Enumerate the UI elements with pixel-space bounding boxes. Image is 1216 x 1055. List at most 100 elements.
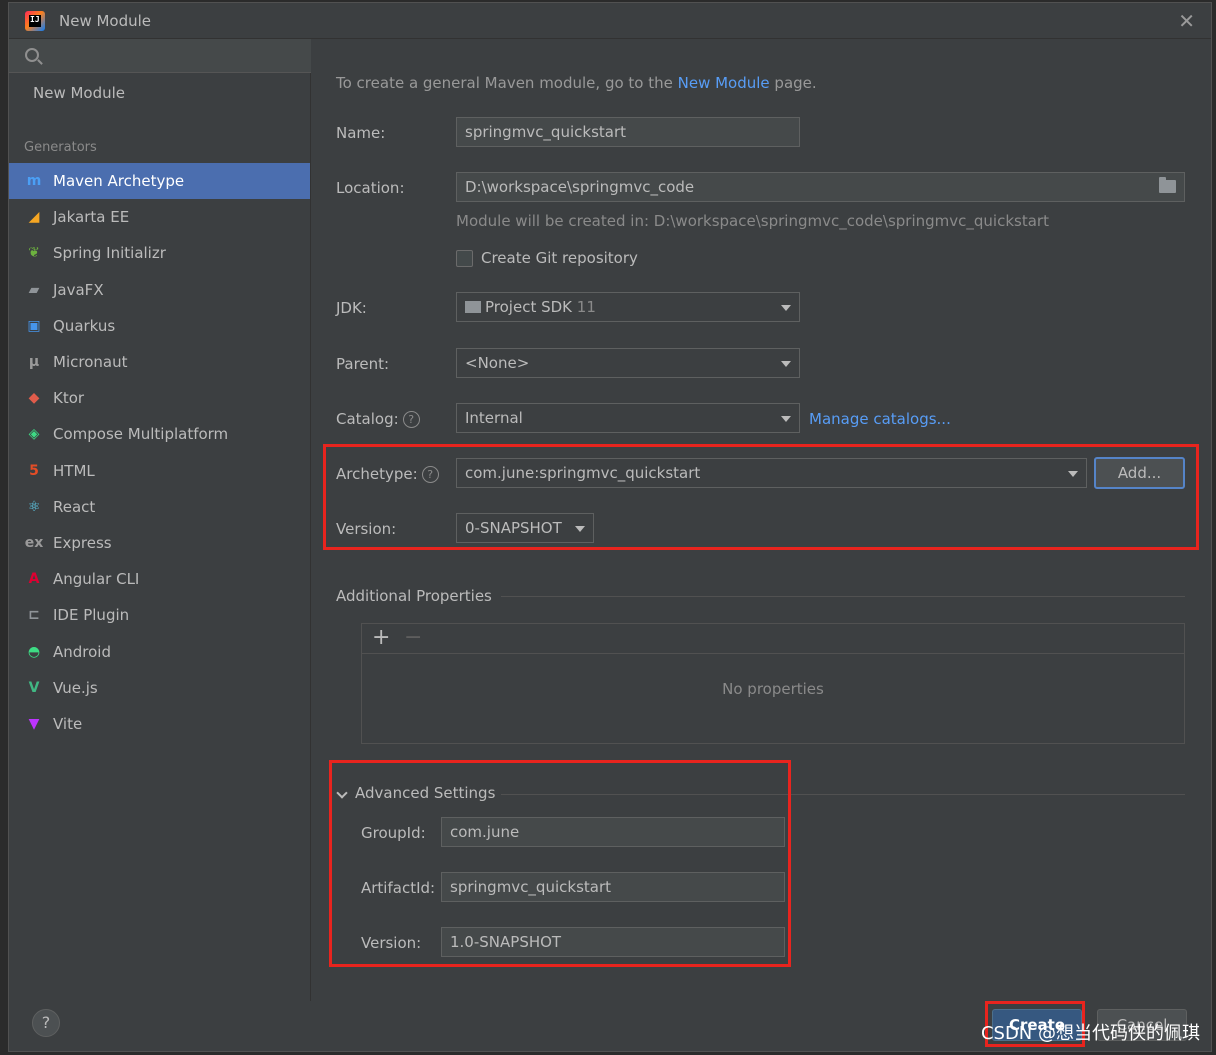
sidebar-item-spring-initializr[interactable]: ❦ Spring Initializr [9, 235, 310, 271]
name-input[interactable]: springmvc_quickstart [456, 117, 800, 147]
intellij-app-icon: IJ [25, 11, 45, 31]
generators-list: m Maven Archetype ◢ Jakarta EE ❦ Spring Initi… [9, 163, 310, 742]
sidebar-item-label: Angular CLI [53, 570, 140, 589]
sidebar-item-label: Android [53, 642, 111, 661]
create-git-checkbox[interactable] [456, 250, 473, 267]
close-icon[interactable]: ✕ [1178, 9, 1195, 33]
version-value: 0-SNAPSHOT [465, 519, 562, 537]
help-button[interactable]: ? [32, 1009, 60, 1037]
sidebar-item-react[interactable]: ⚛ React [9, 489, 310, 525]
sidebar: New Module Generators m Maven Archetype ◢ J… [9, 39, 311, 1001]
sidebar-item-angular-cli[interactable]: A Angular CLI [9, 561, 310, 597]
remove-property-icon: − [404, 625, 423, 650]
catalog-help-icon[interactable]: ? [402, 411, 420, 428]
sidebar-item-label: Quarkus [53, 316, 116, 335]
sidebar-item-label: Jakarta EE [53, 208, 130, 227]
generators-header: Generators [24, 140, 97, 155]
catalog-label: Catalog:? [336, 410, 420, 428]
section-divider [501, 794, 1185, 795]
catalog-value: Internal [465, 409, 523, 427]
info-text: To create a general Maven module, go to … [336, 74, 817, 92]
adv-version-label: Version: [361, 934, 422, 952]
module-form: To create a general Maven module, go to … [311, 39, 1211, 1001]
archetype-value: com.june:springmvc_quickstart [465, 464, 701, 482]
sidebar-item-label: React [53, 497, 96, 516]
sidebar-item-html[interactable]: 5 HTML [9, 453, 310, 489]
sidebar-item-quarkus[interactable]: ▣ Quarkus [9, 308, 310, 344]
adv-version-input[interactable]: 1.0-SNAPSHOT [441, 927, 785, 957]
sdk-folder-icon [465, 301, 481, 313]
chevron-down-icon[interactable] [336, 787, 348, 799]
vite-icon: ▼ [28, 715, 40, 732]
catalog-label-text: Catalog: [336, 410, 399, 428]
catalog-select[interactable]: Internal [456, 403, 800, 433]
groupid-label: GroupId: [361, 824, 426, 842]
spring-icon: ❦ [28, 245, 40, 262]
new-module-link[interactable]: New Module [678, 74, 770, 92]
window-title: New Module [59, 12, 152, 30]
sidebar-item-label: Micronaut [53, 353, 128, 372]
browse-folder-icon[interactable] [1159, 177, 1176, 193]
artifactid-label: ArtifactId: [361, 879, 436, 897]
sidebar-item-label: Maven Archetype [53, 172, 185, 191]
sidebar-item-android[interactable]: ◓ Android [9, 633, 310, 669]
jakarta-icon: ◢ [28, 209, 40, 226]
location-input[interactable]: D:\workspace\springmvc_code [456, 172, 1185, 202]
jdk-value: Project SDK [485, 298, 572, 316]
properties-panel: + − No properties [361, 623, 1185, 744]
chevron-down-icon [781, 416, 791, 422]
ktor-icon: ◆ [28, 390, 40, 407]
sidebar-item-label: Compose Multiplatform [53, 425, 229, 444]
info-prefix: To create a general Maven module, go to … [336, 74, 678, 92]
info-suffix: page. [769, 74, 817, 92]
advanced-settings-toggle[interactable]: Advanced Settings [355, 784, 495, 802]
add-archetype-button[interactable]: Add... [1094, 457, 1185, 489]
jdk-select[interactable]: Project SDK 11 [456, 292, 800, 322]
parent-select[interactable]: <None> [456, 348, 800, 378]
jdk-version: 11 [576, 298, 596, 316]
archetype-select[interactable]: com.june:springmvc_quickstart [456, 458, 1087, 488]
add-property-icon[interactable]: + [372, 625, 390, 650]
plugin-icon: ⊏ [28, 607, 40, 624]
groupid-input[interactable]: com.june [441, 817, 785, 847]
create-git-label[interactable]: Create Git repository [481, 249, 638, 267]
additional-properties-title: Additional Properties [336, 587, 492, 605]
micronaut-icon: μ [28, 354, 40, 371]
parent-label: Parent: [336, 355, 390, 373]
sidebar-item-new-module[interactable]: New Module [33, 84, 125, 102]
sidebar-item-express[interactable]: ex Express [9, 525, 310, 561]
chevron-down-icon [781, 305, 791, 311]
sidebar-item-javafx[interactable]: ▰ JavaFX [9, 272, 310, 308]
react-icon: ⚛ [27, 498, 41, 515]
sidebar-item-label: Spring Initializr [53, 244, 166, 263]
sidebar-item-label: Express [53, 533, 112, 552]
sidebar-item-label: Vue.js [53, 678, 98, 697]
html5-icon: 5 [29, 462, 39, 479]
maven-icon: m [26, 173, 42, 190]
manage-catalogs-link[interactable]: Manage catalogs... [809, 410, 951, 428]
sidebar-item-maven-archetype[interactable]: m Maven Archetype [9, 163, 310, 200]
section-divider [501, 596, 1185, 597]
sidebar-item-jakarta-ee[interactable]: ◢ Jakarta EE [9, 199, 310, 235]
properties-toolbar: + − [362, 624, 1184, 654]
archetype-label-text: Archetype: [336, 465, 418, 483]
location-value: D:\workspace\springmvc_code [465, 178, 695, 196]
sidebar-item-label: JavaFX [53, 280, 104, 299]
sidebar-item-micronaut[interactable]: μ Micronaut [9, 344, 310, 380]
name-label: Name: [336, 124, 386, 142]
jdk-label: JDK: [336, 299, 367, 317]
chevron-down-icon [575, 526, 585, 532]
artifactid-input[interactable]: springmvc_quickstart [441, 872, 785, 902]
location-label: Location: [336, 179, 405, 197]
android-icon: ◓ [27, 643, 41, 660]
version-select[interactable]: 0-SNAPSHOT [456, 513, 594, 543]
sidebar-item-ide-plugin[interactable]: ⊏ IDE Plugin [9, 597, 310, 633]
sidebar-item-compose-multiplatform[interactable]: ◈ Compose Multiplatform [9, 416, 310, 452]
archetype-help-icon[interactable]: ? [421, 466, 439, 483]
sidebar-item-vite[interactable]: ▼ Vite [9, 706, 310, 742]
sidebar-item-vue-js[interactable]: V Vue.js [9, 670, 310, 706]
no-properties-text: No properties [722, 680, 824, 698]
sidebar-item-ktor[interactable]: ◆ Ktor [9, 380, 310, 416]
sidebar-search-input[interactable] [9, 39, 311, 73]
sidebar-item-label: IDE Plugin [53, 606, 130, 625]
